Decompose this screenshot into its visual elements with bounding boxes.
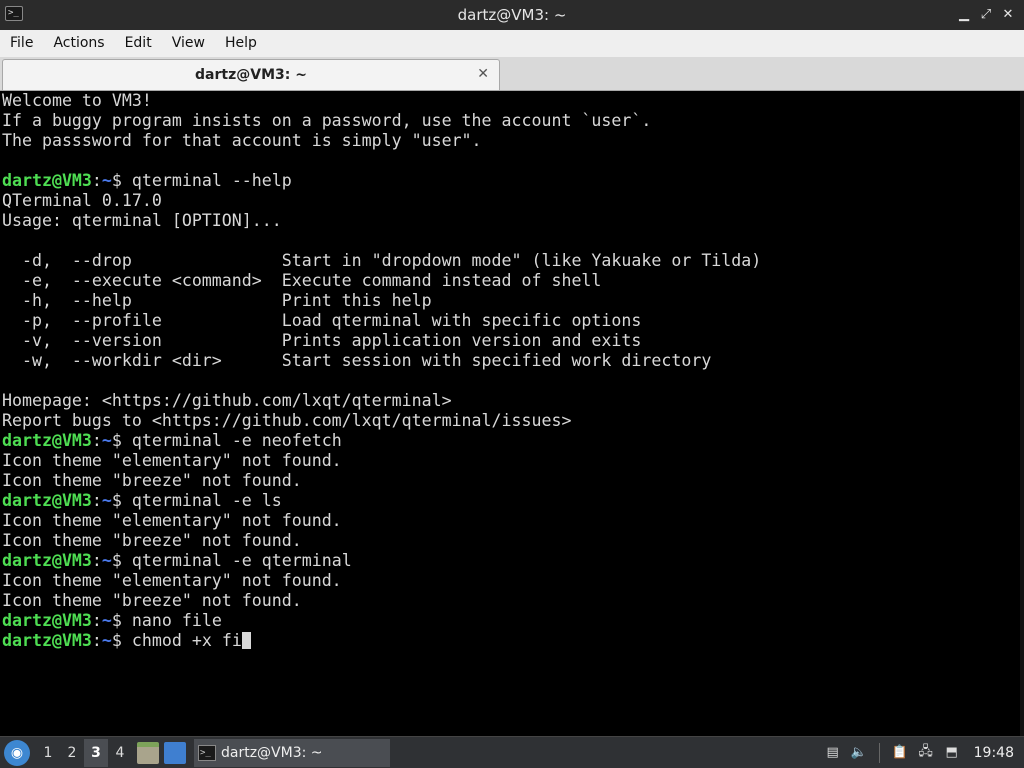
prompt-path: ~: [101, 491, 112, 510]
prompt-command: nano file: [121, 611, 222, 630]
tab-close-icon[interactable]: ✕: [477, 66, 489, 82]
removable-media-icon[interactable]: ▤: [823, 743, 843, 763]
prompt-path: ~: [101, 631, 112, 650]
terminal-line: dartz@VM3:~$ chmod +x fi: [2, 631, 1022, 651]
terminal-app-icon[interactable]: >_: [5, 6, 23, 21]
prompt-path: ~: [101, 611, 112, 630]
prompt-command: qterminal --help: [121, 171, 292, 190]
workspace-4[interactable]: 4: [108, 739, 132, 767]
terminal-scrollbar[interactable]: [1020, 91, 1024, 736]
clipboard-icon[interactable]: 📋: [890, 743, 910, 763]
terminal-line: Icon theme "breeze" not found.: [2, 531, 302, 550]
terminal-line: -h, --help Print this help: [2, 291, 432, 310]
clock[interactable]: 19:48: [974, 745, 1014, 761]
terminal-line: Homepage: <https://github.com/lxqt/qterm…: [2, 391, 452, 410]
terminal-line: Welcome to VM3!: [2, 91, 152, 110]
system-tray: ▤ 🔈 📋 🖧 ⬒ 19:48: [823, 742, 1024, 763]
menu-edit[interactable]: Edit: [115, 30, 162, 57]
text-cursor: [241, 632, 251, 649]
prompt-user: dartz@VM3: [2, 611, 92, 630]
tab-label: dartz@VM3: ~: [195, 67, 307, 83]
start-menu-icon[interactable]: ◉: [4, 739, 30, 766]
terminal-line: QTerminal 0.17.0: [2, 191, 162, 210]
maximize-button[interactable]: ⤢: [978, 5, 994, 23]
terminal-line: dartz@VM3:~$ qterminal -e ls: [2, 491, 282, 510]
tab-bar: dartz@VM3: ~ ✕: [0, 57, 1024, 91]
prompt-user: dartz@VM3: [2, 491, 92, 510]
prompt-path: ~: [101, 551, 112, 570]
workspace-1[interactable]: 1: [36, 739, 60, 767]
task-label: dartz@VM3: ~: [221, 744, 323, 761]
prompt-user: dartz@VM3: [2, 551, 92, 570]
prompt-path: ~: [101, 171, 112, 190]
prompt-user: dartz@VM3: [2, 631, 92, 650]
prompt-path: ~: [101, 431, 112, 450]
prompt-user: dartz@VM3: [2, 171, 92, 190]
taskbar: ◉ 1 2 3 4 >_ dartz@VM3: ~ ▤ 🔈 📋 🖧 ⬒ 19:4…: [0, 736, 1024, 768]
terminal-line: Usage: qterminal [OPTION]...: [2, 211, 282, 230]
show-desktop-icon[interactable]: [164, 741, 186, 764]
prompt-command: qterminal -e qterminal: [121, 551, 352, 570]
workspace-2[interactable]: 2: [60, 739, 84, 767]
taskbar-task-terminal[interactable]: >_ dartz@VM3: ~: [194, 738, 390, 767]
terminal-line: -w, --workdir <dir> Start session with s…: [2, 351, 712, 370]
terminal-line: dartz@VM3:~$ qterminal --help: [2, 171, 292, 190]
menu-view[interactable]: View: [162, 30, 215, 57]
terminal-output[interactable]: Welcome to VM3! If a buggy program insist…: [0, 91, 1024, 736]
terminal-line: Icon theme "breeze" not found.: [2, 471, 302, 490]
terminal-line: -d, --drop Start in "dropdown mode" (lik…: [2, 251, 762, 270]
prompt-command: chmod +x fi: [121, 631, 242, 650]
terminal-line: dartz@VM3:~$ qterminal -e qterminal: [2, 551, 352, 570]
tab-terminal[interactable]: dartz@VM3: ~ ✕: [2, 59, 500, 90]
close-button[interactable]: ✕: [1000, 5, 1016, 23]
terminal-line: -p, --profile Load qterminal with specif…: [2, 311, 642, 330]
terminal-line: Icon theme "elementary" not found.: [2, 571, 342, 590]
tray-separator: [878, 742, 880, 763]
window-title: dartz@VM3: ~: [457, 6, 567, 24]
workspace-3[interactable]: 3: [84, 738, 108, 767]
minimize-button[interactable]: ▁: [956, 5, 972, 23]
update-icon[interactable]: ⬒: [942, 743, 962, 763]
terminal-line: dartz@VM3:~$ qterminal -e neofetch: [2, 431, 342, 450]
terminal-line: -e, --execute <command> Execute command …: [2, 271, 602, 290]
file-manager-icon[interactable]: [137, 741, 159, 764]
menu-bar: File Actions Edit View Help: [0, 30, 1024, 57]
terminal-line: Icon theme "elementary" not found.: [2, 511, 342, 530]
terminal-line: If a buggy program insists on a password…: [2, 111, 652, 130]
terminal-icon: >_: [198, 744, 216, 761]
menu-actions[interactable]: Actions: [43, 30, 114, 57]
menu-file[interactable]: File: [0, 30, 43, 57]
window-controls: ▁ ⤢ ✕: [956, 5, 1016, 23]
volume-icon[interactable]: 🔈: [849, 743, 869, 763]
terminal-line: -v, --version Prints application version…: [2, 331, 642, 350]
terminal-line: dartz@VM3:~$ nano file: [2, 611, 222, 630]
prompt-command: qterminal -e ls: [121, 491, 282, 510]
window-titlebar[interactable]: >_ dartz@VM3: ~ ▁ ⤢ ✕: [0, 0, 1024, 30]
terminal-line: Report bugs to <https://github.com/lxqt/…: [2, 411, 572, 430]
terminal-line: Icon theme "breeze" not found.: [2, 591, 302, 610]
menu-help[interactable]: Help: [215, 30, 267, 57]
network-icon[interactable]: 🖧: [916, 743, 936, 763]
terminal-line: Icon theme "elementary" not found.: [2, 451, 342, 470]
prompt-command: qterminal -e neofetch: [121, 431, 342, 450]
terminal-line: The passsword for that account is simply…: [2, 131, 482, 150]
prompt-user: dartz@VM3: [2, 431, 92, 450]
